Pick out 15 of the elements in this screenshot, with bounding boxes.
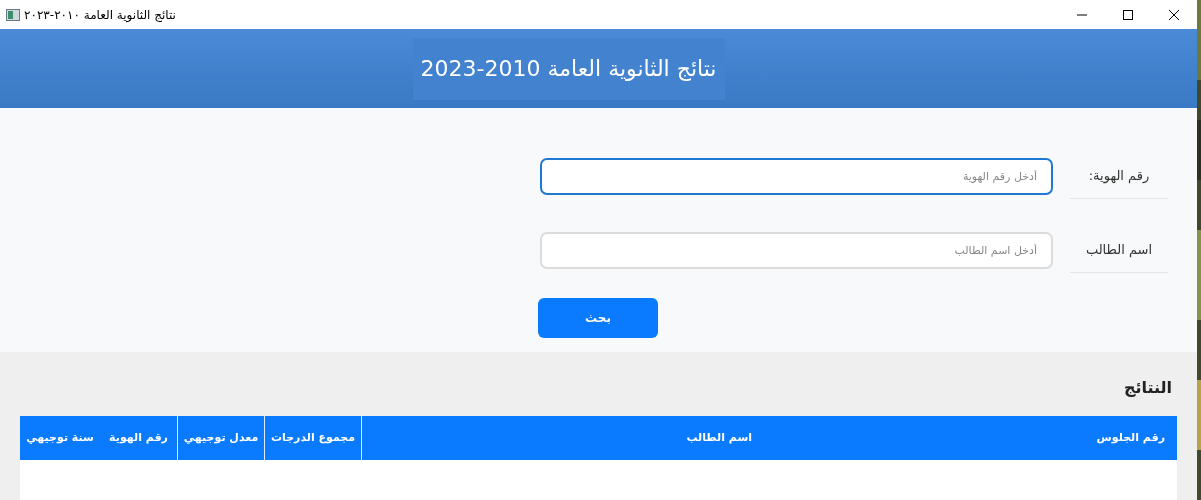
column-header: معدل توجيهي: [183, 429, 259, 446]
window-title: نتائج الثانوية العامة ٢٠١٠-٢٠٢٣: [24, 6, 176, 24]
field-label: رقم الهوية:: [1070, 153, 1168, 199]
app-icon: [6, 8, 20, 21]
column-header: اسم الطالب: [686, 429, 752, 446]
field-label: اسم الطالب: [1070, 227, 1168, 273]
column-header: سنة توجيهي: [26, 429, 94, 446]
search-button[interactable]: بحث: [538, 298, 658, 338]
maximize-icon: [1122, 8, 1134, 21]
header-title: نتائج الثانوية العامة 2010-2023: [412, 37, 725, 100]
close-icon: [1168, 8, 1180, 21]
column-header: رقم الهوية: [109, 429, 168, 446]
column-header: مجموع الدرجات: [270, 429, 356, 446]
column-header: رقم الجلوس: [1096, 429, 1165, 446]
results-title: النتائج: [1122, 377, 1173, 399]
